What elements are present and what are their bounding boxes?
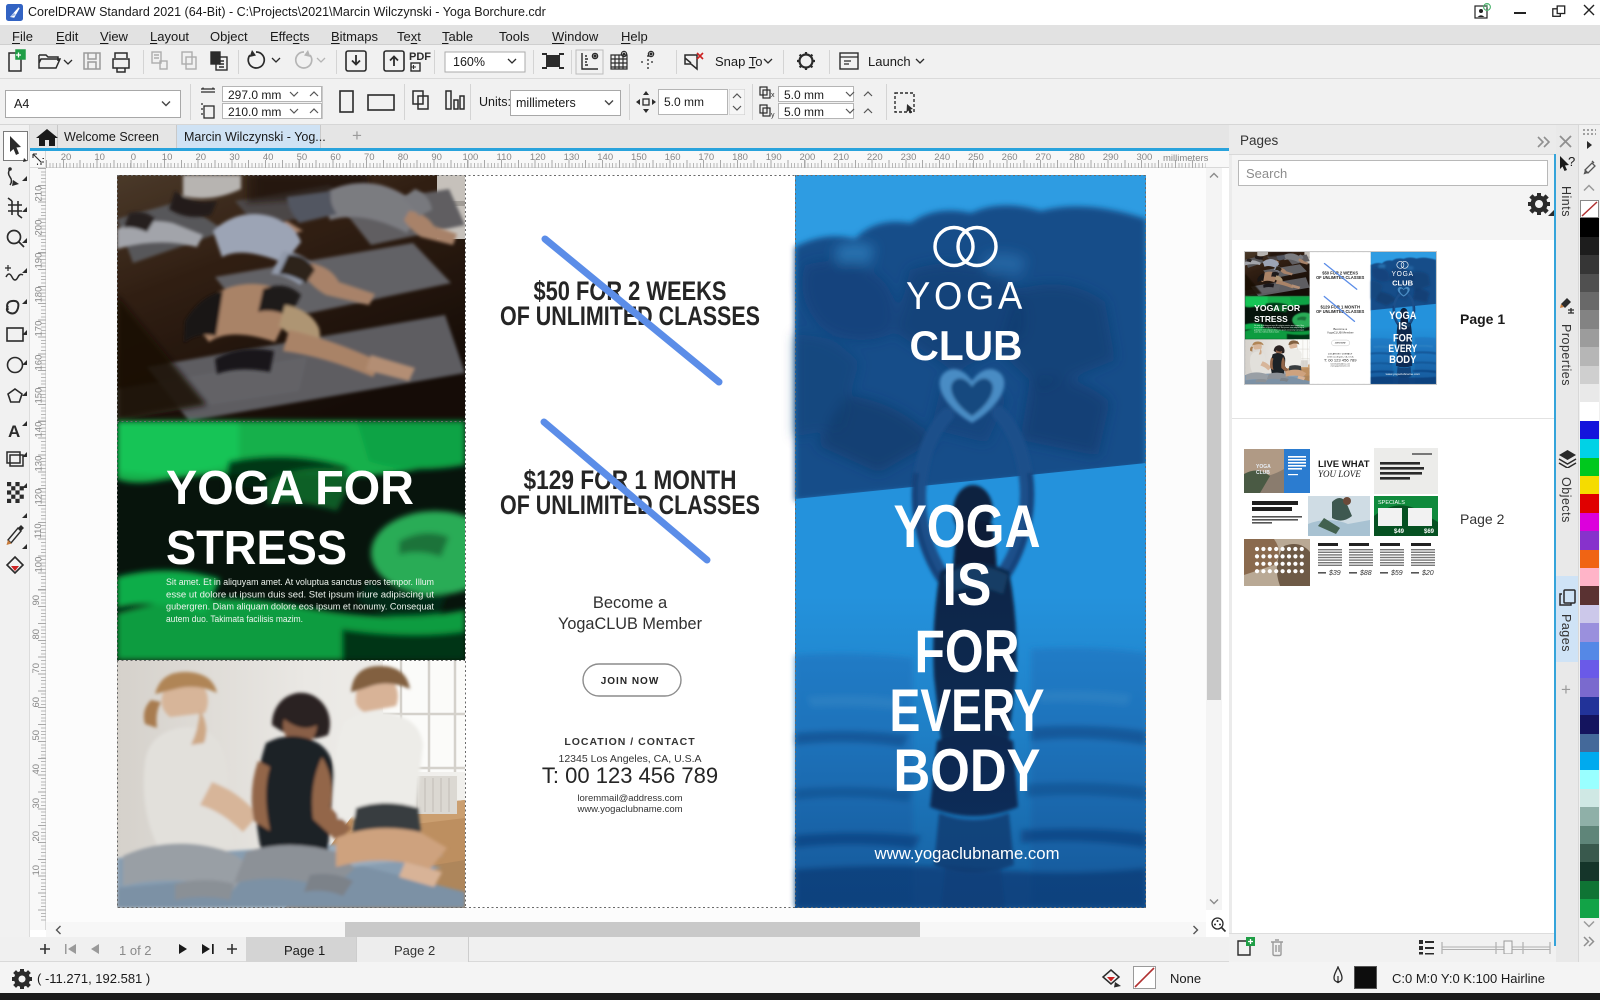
svg-text:PDF: PDF: [409, 51, 431, 63]
svg-text:$59: $59: [1390, 570, 1403, 577]
svg-text:$69: $69: [1424, 529, 1435, 535]
svg-text:SPECIALS: SPECIALS: [1378, 500, 1405, 506]
svg-text:x: x: [771, 92, 775, 99]
svg-text:YOU LOVE: YOU LOVE: [1318, 469, 1361, 479]
svg-text:CLUB: CLUB: [1256, 470, 1270, 476]
svg-text:?: ?: [1568, 154, 1575, 169]
svg-text:y: y: [771, 112, 775, 119]
svg-text:$20: $20: [1421, 570, 1434, 577]
svg-text:Launch: Launch: [868, 54, 911, 69]
svg-text:$88: $88: [1359, 570, 1372, 577]
svg-text:A: A: [8, 422, 20, 441]
svg-text:$39: $39: [1328, 570, 1341, 577]
svg-text:160%: 160%: [453, 55, 485, 69]
svg-text:$49: $49: [1394, 529, 1405, 535]
svg-text:Snap To: Snap To: [715, 54, 762, 69]
